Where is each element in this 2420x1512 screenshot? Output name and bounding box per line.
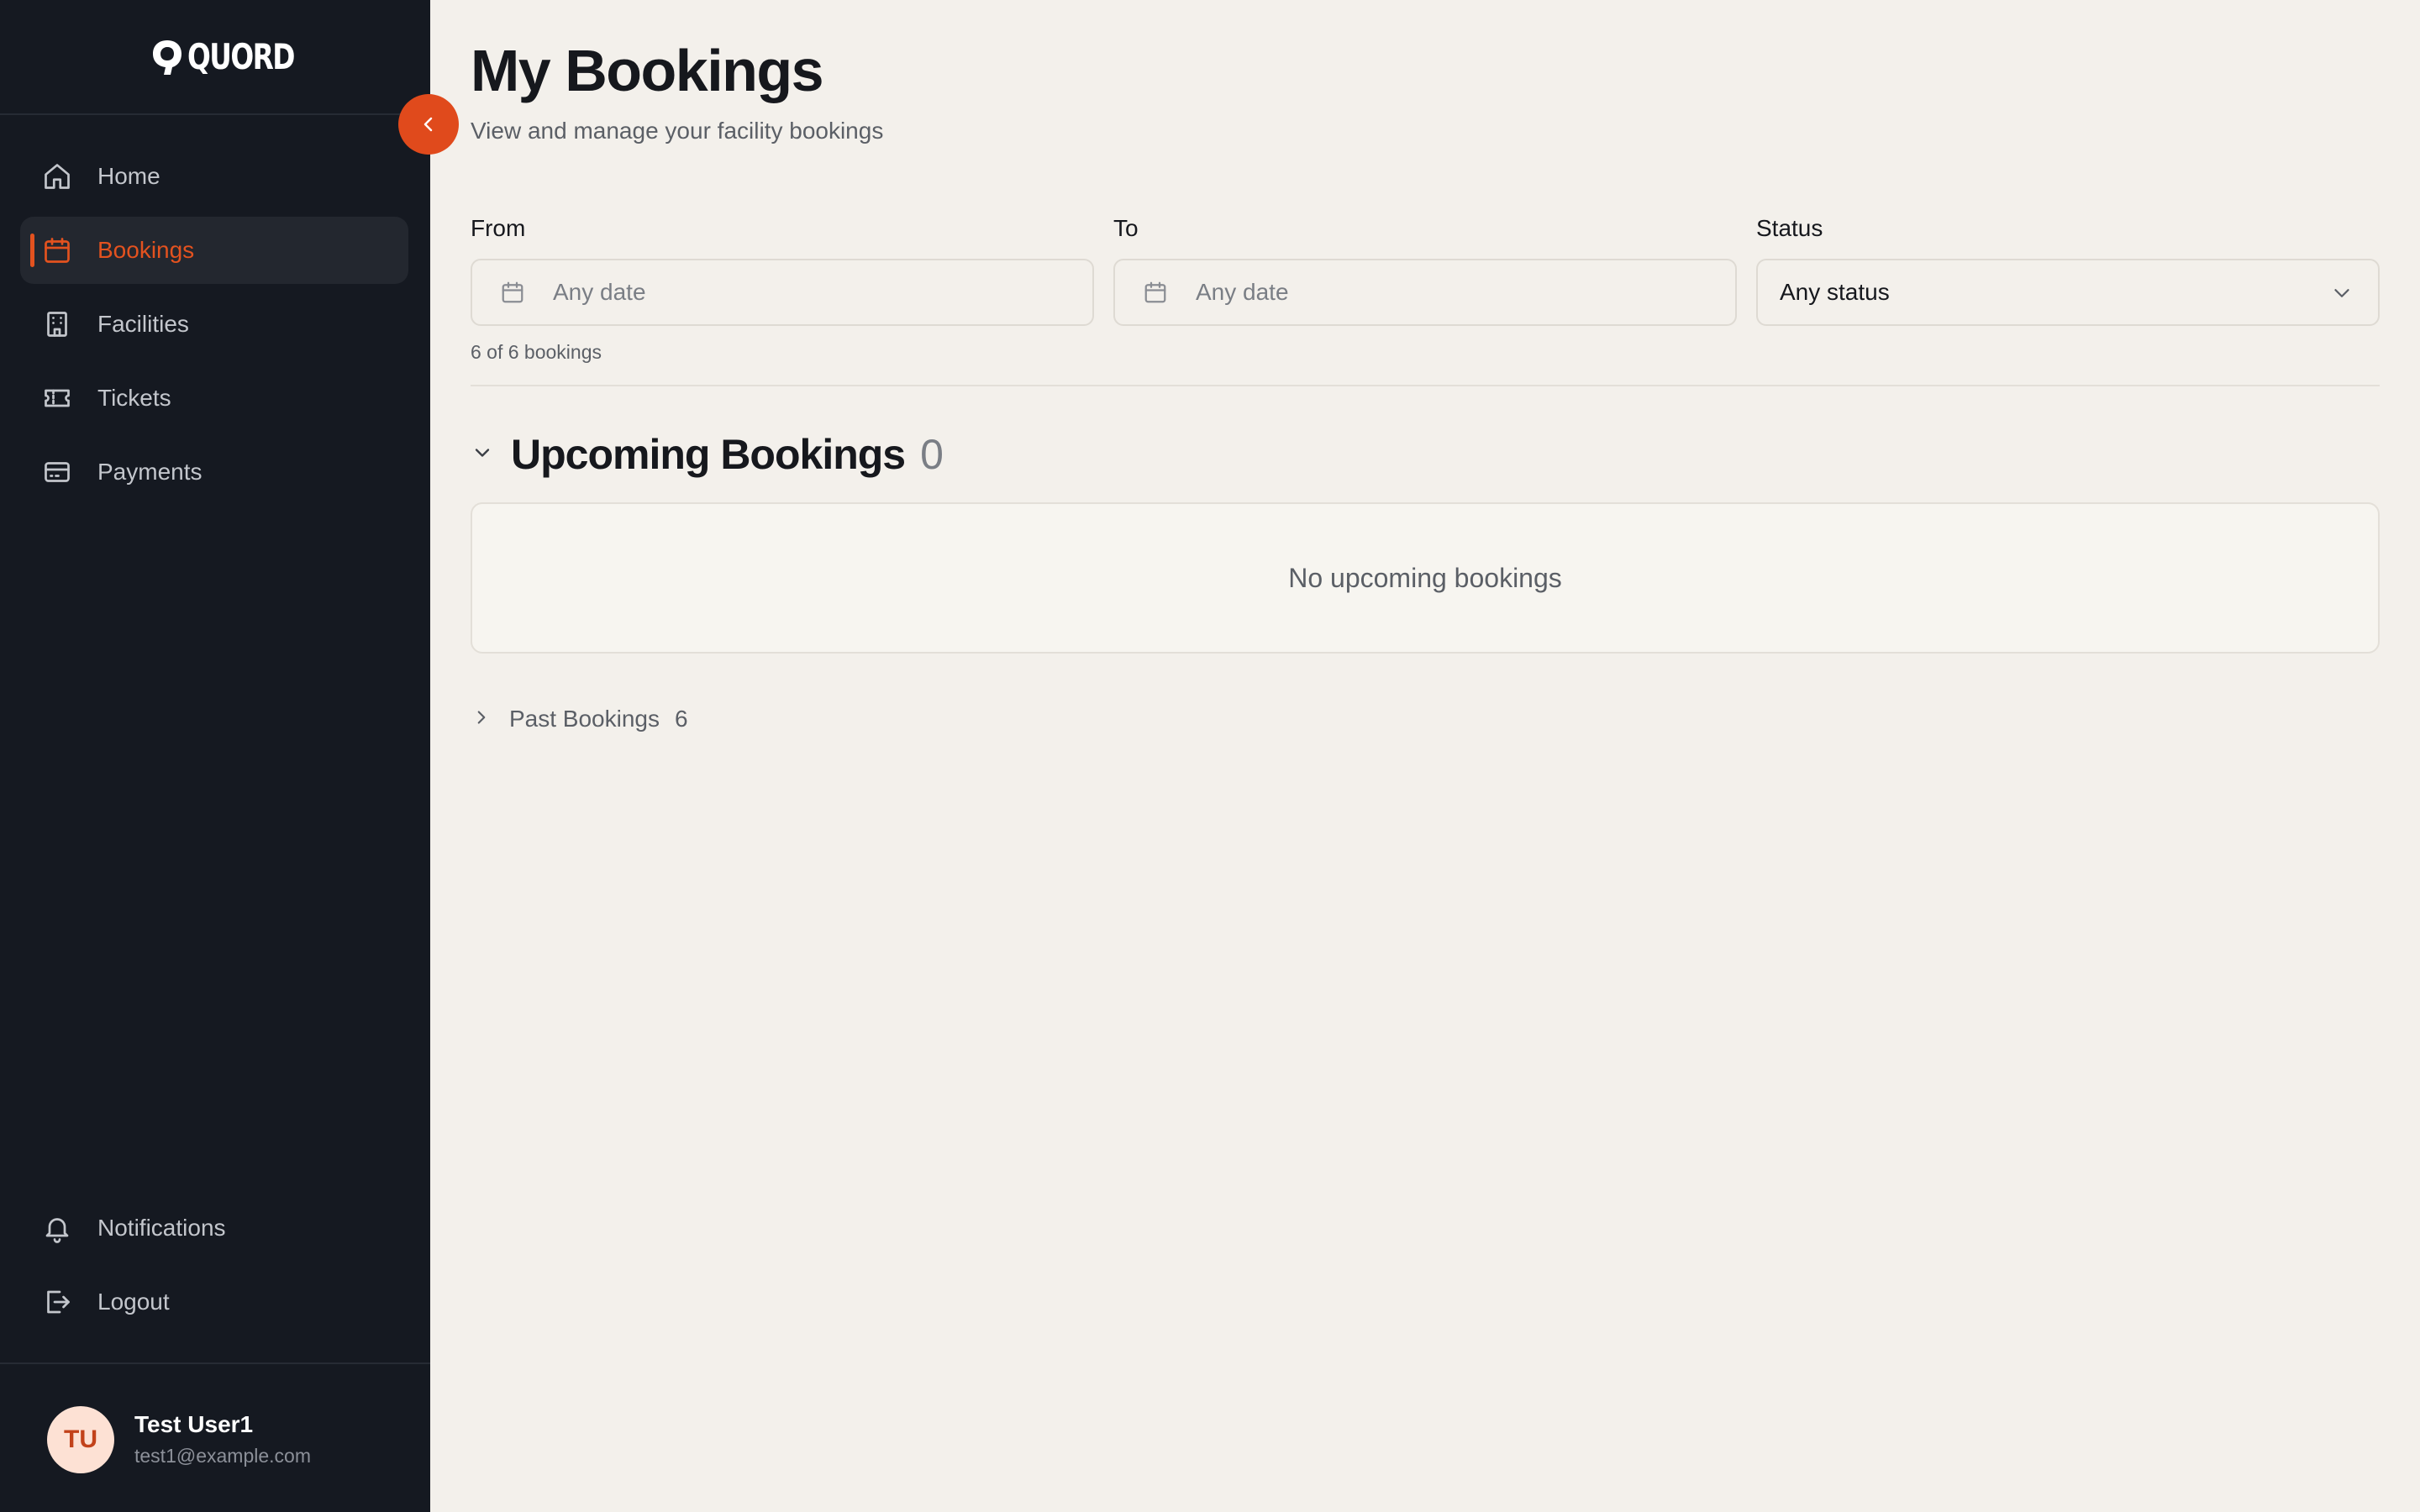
to-date-placeholder: Any date — [1196, 279, 1289, 305]
from-label: From — [471, 215, 526, 241]
upcoming-bookings-count: 0 — [920, 431, 944, 478]
upcoming-empty-state: No upcoming bookings — [471, 502, 2380, 654]
sidebar-item-logout[interactable]: Logout — [20, 1268, 408, 1336]
past-bookings-title: Past Bookings — [509, 706, 660, 732]
app-root: QUORD Home Bookings Facilities Tickets P… — [0, 0, 2420, 1512]
upcoming-bookings-title: Upcoming Bookings — [511, 431, 906, 478]
empty-state-text: No upcoming bookings — [1288, 562, 1562, 593]
chevron-down-icon — [471, 441, 494, 469]
logo-mark: QUORD — [150, 36, 295, 77]
page-title: My Bookings — [471, 38, 824, 103]
building-icon — [40, 307, 74, 341]
calendar-icon — [499, 279, 526, 306]
upcoming-bookings-toggle[interactable]: Upcoming Bookings 0 — [471, 430, 944, 479]
sidebar: QUORD Home Bookings Facilities Tickets P… — [0, 0, 430, 1512]
page-subtitle: View and manage your facility bookings — [471, 118, 884, 144]
status-select[interactable]: Any status — [1756, 259, 2380, 326]
main-content: My Bookings View and manage your facilit… — [430, 0, 2420, 1512]
sidebar-item-notifications[interactable]: Notifications — [20, 1194, 408, 1262]
user-email: test1@example.com — [134, 1445, 311, 1467]
sidebar-item-label: Facilities — [97, 311, 189, 337]
credit-card-icon — [40, 455, 74, 489]
sidebar-item-home[interactable]: Home — [20, 143, 408, 210]
logout-icon — [40, 1285, 74, 1319]
avatar[interactable]: TU — [47, 1406, 114, 1473]
sidebar-item-bookings[interactable]: Bookings — [20, 217, 408, 284]
from-date-input[interactable]: Any date — [471, 259, 1094, 326]
past-bookings-toggle[interactable]: Past Bookings 6 — [471, 706, 688, 732]
divider — [471, 385, 2380, 386]
past-bookings-count: 6 — [675, 706, 688, 732]
bell-icon — [40, 1211, 74, 1245]
status-label: Status — [1756, 215, 1823, 241]
sidebar-item-label: Logout — [97, 1289, 170, 1315]
quord-logo-icon — [153, 39, 182, 75]
to-date-input[interactable]: Any date — [1113, 259, 1737, 326]
user-profile[interactable]: TU Test User1 test1@example.com — [0, 1362, 430, 1512]
sidebar-item-label: Bookings — [97, 237, 195, 263]
sidebar-item-label: Tickets — [97, 385, 171, 411]
ticket-icon — [40, 381, 74, 415]
chevron-down-icon — [2329, 281, 2354, 310]
sidebar-item-payments[interactable]: Payments — [20, 438, 408, 506]
sidebar-item-facilities[interactable]: Facilities — [20, 291, 408, 358]
logo[interactable]: QUORD — [0, 0, 430, 115]
collapse-sidebar-button[interactable] — [398, 94, 459, 155]
status-select-value: Any status — [1780, 279, 1890, 305]
calendar-icon — [1142, 279, 1169, 306]
logo-text: QUORD — [187, 36, 295, 77]
chevron-right-icon — [471, 706, 492, 732]
home-icon — [40, 160, 74, 193]
bookings-count: 6 of 6 bookings — [471, 341, 602, 363]
from-date-placeholder: Any date — [553, 279, 646, 305]
sidebar-item-label: Notifications — [97, 1215, 226, 1241]
chevron-left-icon — [424, 117, 433, 132]
calendar-icon — [40, 234, 74, 267]
to-label: To — [1113, 215, 1139, 241]
sidebar-item-label: Home — [97, 163, 160, 189]
sidebar-item-label: Payments — [97, 459, 203, 485]
user-name: Test User1 — [134, 1411, 254, 1437]
sidebar-item-tickets[interactable]: Tickets — [20, 365, 408, 432]
